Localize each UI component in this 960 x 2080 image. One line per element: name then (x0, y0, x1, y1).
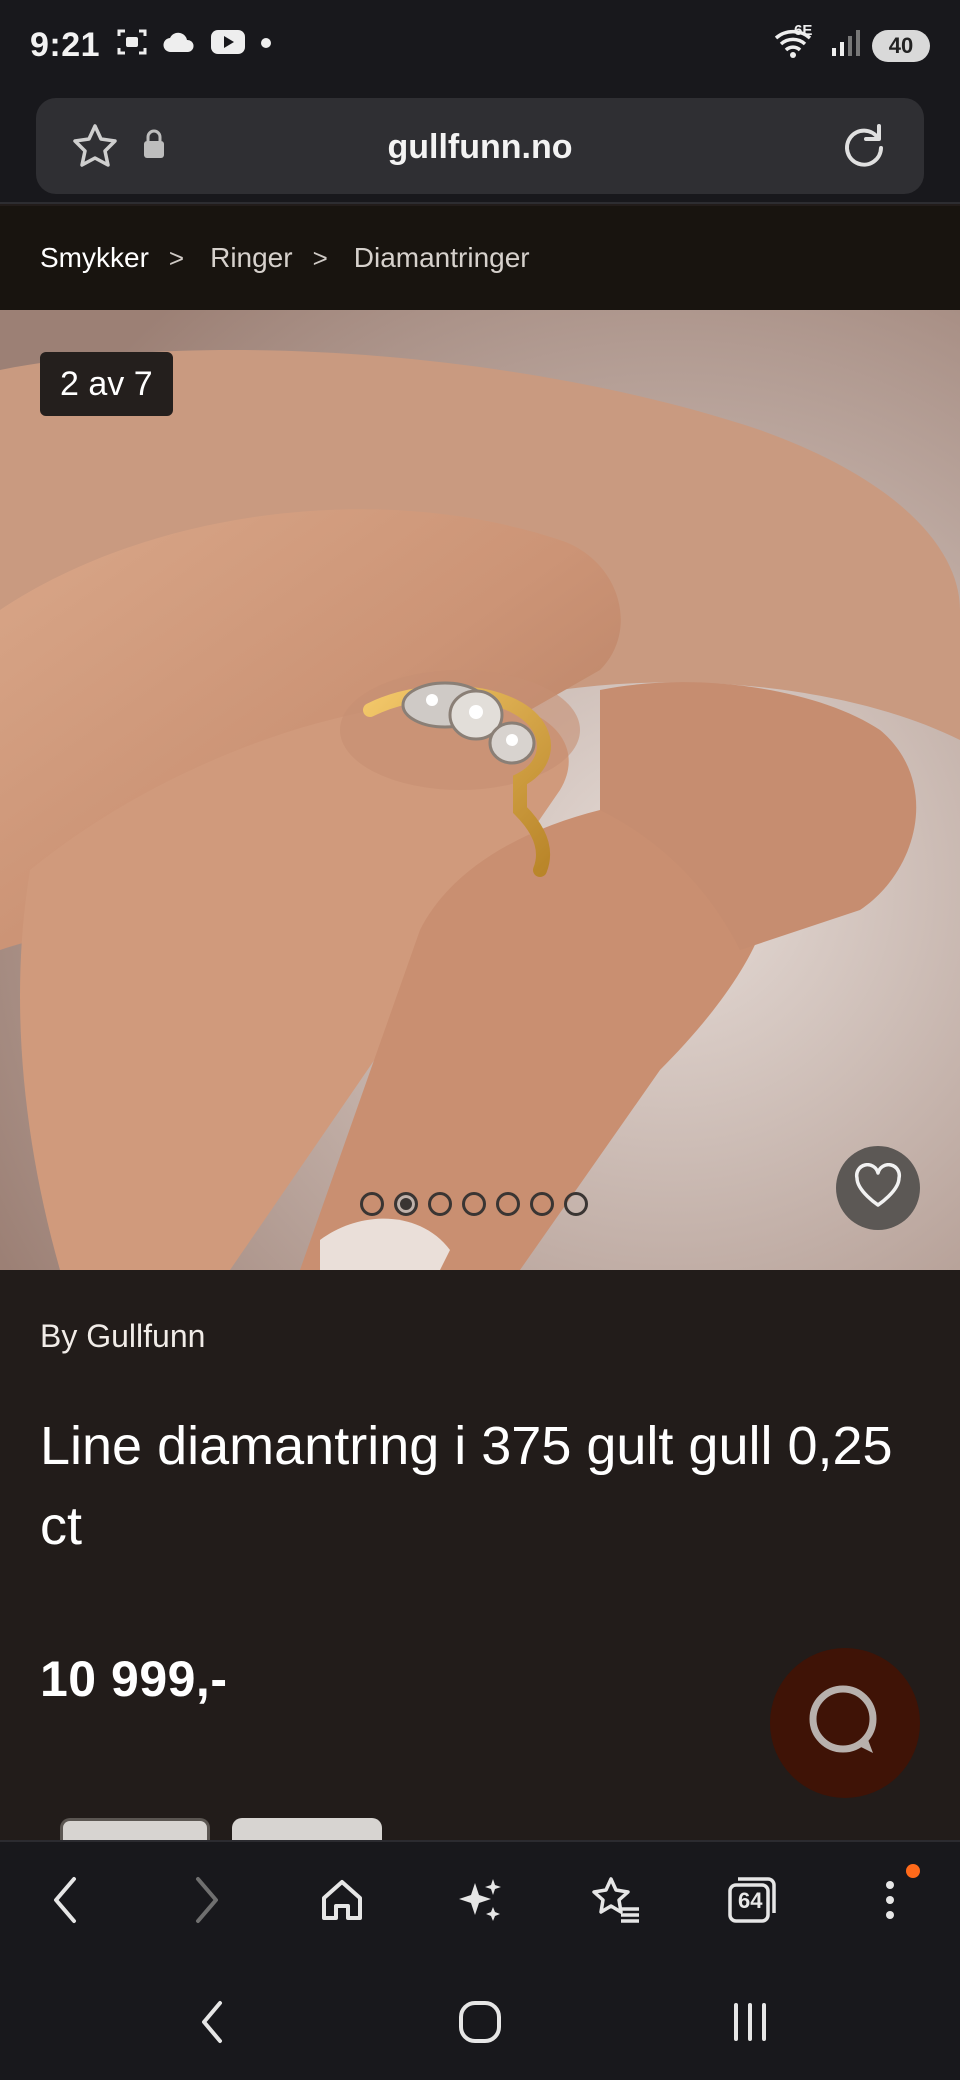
gallery-dot[interactable] (530, 1192, 554, 1216)
network-type-label: 6E (794, 22, 813, 39)
system-back-icon[interactable] (182, 1994, 242, 2050)
home-icon[interactable] (312, 1870, 372, 1930)
variant-thumbnails (60, 1818, 382, 1840)
breadcrumb-item-ringer[interactable]: Ringer (210, 242, 292, 274)
youtube-icon (210, 29, 246, 60)
status-left-icons (116, 28, 272, 61)
breadcrumb-separator: > (312, 242, 328, 273)
variant-thumbnail-white[interactable] (232, 1818, 382, 1840)
gallery-dot[interactable] (496, 1192, 520, 1216)
browser-toolbar: 64 (0, 1840, 960, 1958)
variant-thumbnail-gold[interactable] (60, 1818, 210, 1840)
breadcrumb-item-diamantringer[interactable]: Diamantringer (354, 242, 530, 274)
gallery-dot[interactable] (360, 1192, 384, 1216)
menu-notification-dot (906, 1864, 920, 1878)
chevron-left-icon[interactable] (36, 1870, 96, 1930)
breadcrumb: Smykker > Ringer > Diamantringer (0, 206, 960, 310)
chat-bubble-icon (805, 1683, 885, 1764)
breadcrumb-item-smykker[interactable]: Smykker (40, 242, 149, 274)
tabs-icon[interactable]: 64 (722, 1870, 782, 1930)
signal-icon (830, 28, 860, 63)
sparkles-icon[interactable] (450, 1870, 510, 1930)
product-image-gallery[interactable]: 2 av 7 (0, 310, 960, 1270)
gallery-dots (360, 1192, 588, 1216)
notification-dot-icon (260, 36, 272, 54)
system-home-icon[interactable] (450, 1994, 510, 2050)
chevron-right-icon[interactable] (176, 1870, 236, 1930)
more-vertical-icon[interactable] (860, 1864, 920, 1930)
chat-button[interactable] (770, 1648, 920, 1798)
wifi-icon: 6E (774, 22, 818, 65)
status-bar: 9:21 6E 40 (0, 0, 960, 90)
heart-icon (853, 1162, 903, 1214)
battery-indicator: 40 (872, 29, 930, 62)
product-title: Line diamantring i 375 gult gull 0,25 ct (40, 1416, 893, 1556)
url-text[interactable]: gullfunn.no (36, 128, 924, 167)
breadcrumb-separator: > (168, 242, 185, 273)
star-list-icon[interactable] (586, 1870, 646, 1930)
wishlist-button[interactable] (836, 1146, 920, 1230)
system-recents-icon[interactable] (720, 1994, 780, 2050)
reload-icon[interactable] (838, 120, 890, 177)
image-counter: 2 av 7 (40, 352, 173, 416)
address-bar[interactable]: gullfunn.no (36, 98, 924, 194)
product-price: 10 999,- (40, 1651, 228, 1707)
product-photo (0, 310, 960, 1270)
status-right-icons: 6E 40 (774, 22, 930, 65)
gallery-dot[interactable] (564, 1192, 588, 1216)
system-navigation-bar (0, 1958, 960, 2080)
gallery-dot[interactable] (428, 1192, 452, 1216)
status-time: 9:21 (30, 26, 101, 64)
product-brand[interactable]: By Gullfunn (40, 1318, 205, 1355)
cloud-icon (162, 30, 196, 59)
screenshot-icon (116, 28, 148, 61)
tabs-count: 64 (738, 1888, 763, 1913)
browser-address-area: gullfunn.no (0, 90, 960, 204)
gallery-dot-active[interactable] (394, 1192, 418, 1216)
gallery-dot[interactable] (462, 1192, 486, 1216)
